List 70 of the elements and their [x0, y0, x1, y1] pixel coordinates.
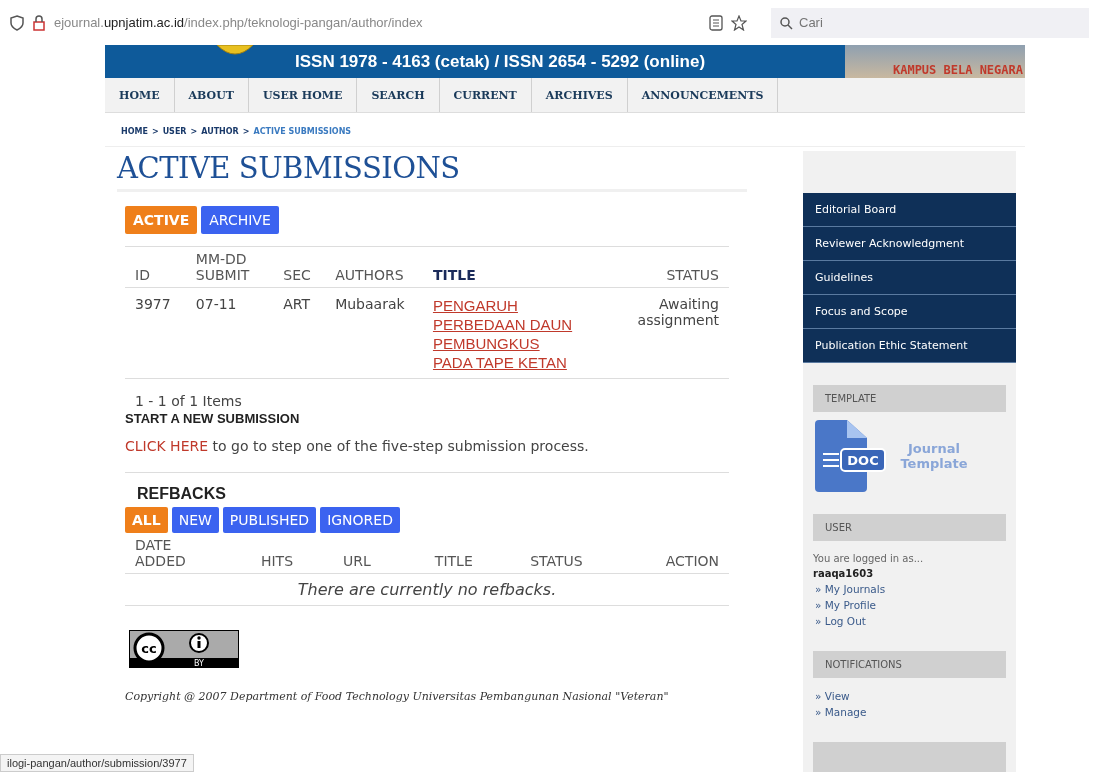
- filter-tab[interactable]: PUBLISHED: [222, 507, 317, 533]
- account-link[interactable]: » My Journals: [815, 583, 1004, 595]
- status-bar-url: ilogi-pangan/author/submission/3977: [0, 754, 194, 772]
- table-cell: Mubaarak: [325, 287, 423, 379]
- shield-icon[interactable]: [10, 14, 24, 31]
- breadcrumb-link[interactable]: USER: [162, 127, 187, 136]
- instruction-text: CLICK HERE to go to step one of the five-step submission process.: [125, 438, 590, 454]
- column-header: TITLE: [408, 533, 500, 574]
- filter-tab[interactable]: IGNORED: [320, 507, 400, 533]
- column-header[interactable]: STATUS: [608, 246, 729, 288]
- empty-message: There are currently no refbacks.: [125, 574, 729, 606]
- column-header: STATUS: [499, 533, 614, 574]
- account-link[interactable]: » My Profile: [815, 599, 1004, 611]
- banner-tagline: KAMPUS BELA NEGARA: [892, 63, 1024, 78]
- block-header: USER: [813, 514, 1006, 541]
- table-cell: 07-11: [185, 287, 274, 379]
- breadcrumb-separator: >: [151, 127, 159, 136]
- nav-link[interactable]: ABOUT: [174, 78, 249, 112]
- pager-text: 1 - 1 of 1 Items: [134, 392, 243, 411]
- column-header: DATE ADDED: [125, 533, 251, 574]
- column-header[interactable]: ID: [125, 246, 186, 288]
- section-heading: START A NEW SUBMISSION: [125, 411, 301, 426]
- nav-link[interactable]: USER HOME: [248, 78, 358, 112]
- copyright-text: Copyright @ 2007 Department of Food Technology Universitas Pembangunan Nasional "Veteran": [125, 690, 670, 703]
- column-header: URL: [333, 533, 409, 574]
- breadcrumb-link[interactable]: HOME: [121, 127, 148, 136]
- nav-link[interactable]: ANNOUNCEMENTS: [627, 78, 779, 112]
- sidebar-menu-item[interactable]: Focus and Scope: [803, 295, 1016, 329]
- block-header: TEMPLATE: [813, 385, 1006, 412]
- section-heading: REFBACKS: [137, 485, 227, 503]
- column-header[interactable]: AUTHORS: [325, 246, 423, 288]
- click-here-link[interactable]: CLICK HERE: [125, 438, 209, 454]
- address-bar-url[interactable]: ejournal.upnjatim.ac.id/index.php/teknologi-pangan/author/index: [54, 15, 701, 30]
- sidebar-menu-item[interactable]: Editorial Board: [803, 193, 1016, 227]
- filter-tab[interactable]: NEW: [171, 507, 219, 533]
- search-icon: [780, 16, 793, 30]
- search-field[interactable]: Cari: [771, 7, 1089, 38]
- column-header[interactable]: MM-DD SUBMIT: [185, 246, 274, 288]
- lock-icon[interactable]: [32, 14, 46, 31]
- reader-view-icon[interactable]: [709, 14, 723, 31]
- username-text: raaqa1603: [813, 568, 875, 579]
- emblem-icon: [215, 45, 255, 57]
- nav-link[interactable]: SEARCH: [357, 78, 440, 112]
- notification-link[interactable]: » Manage: [815, 706, 1004, 718]
- column-header[interactable]: TITLE: [422, 246, 609, 288]
- column-header: HITS: [250, 533, 333, 574]
- breadcrumb-separator: >: [190, 127, 198, 136]
- breadcrumb-link[interactable]: AUTHOR: [201, 127, 239, 136]
- submission-tab[interactable]: ARCHIVE: [201, 206, 279, 234]
- nav-link[interactable]: ARCHIVES: [531, 78, 628, 112]
- sidebar-menu-item[interactable]: Guidelines: [803, 261, 1016, 295]
- nav-link[interactable]: HOME: [105, 78, 175, 112]
- sidebar-menu-item[interactable]: Reviewer Acknowledgment: [803, 227, 1016, 261]
- table-cell: ART: [273, 287, 326, 379]
- cc-by-license-badge[interactable]: cc BY: [129, 630, 239, 668]
- column-header[interactable]: SEC: [273, 246, 326, 288]
- account-link[interactable]: » Log Out: [815, 615, 1004, 627]
- table-cell: 3977: [125, 287, 186, 379]
- nav-link[interactable]: CURRENT: [439, 78, 532, 112]
- notification-link[interactable]: » View: [815, 690, 1004, 702]
- star-icon[interactable]: [731, 14, 747, 31]
- block-header: NOTIFICATIONS: [813, 651, 1006, 678]
- submission-title-link[interactable]: PENGARUH PERBEDAAN DAUN PEMBUNGKUS PADA TAPE KETAN: [432, 296, 583, 372]
- sidebar-menu-item[interactable]: Publication Ethic Statement: [803, 329, 1016, 363]
- issn-text: ISSN 1978 - 4163 (cetak) / ISSN 2654 - 5292 (online): [295, 51, 706, 72]
- table-cell: Awaiting assignment: [608, 287, 729, 379]
- column-header: ACTION: [613, 533, 729, 574]
- page-title: ACTIVE SUBMISSIONS: [117, 151, 747, 192]
- logged-in-text: You are logged in as...: [813, 553, 925, 564]
- breadcrumb-separator: >: [242, 127, 250, 136]
